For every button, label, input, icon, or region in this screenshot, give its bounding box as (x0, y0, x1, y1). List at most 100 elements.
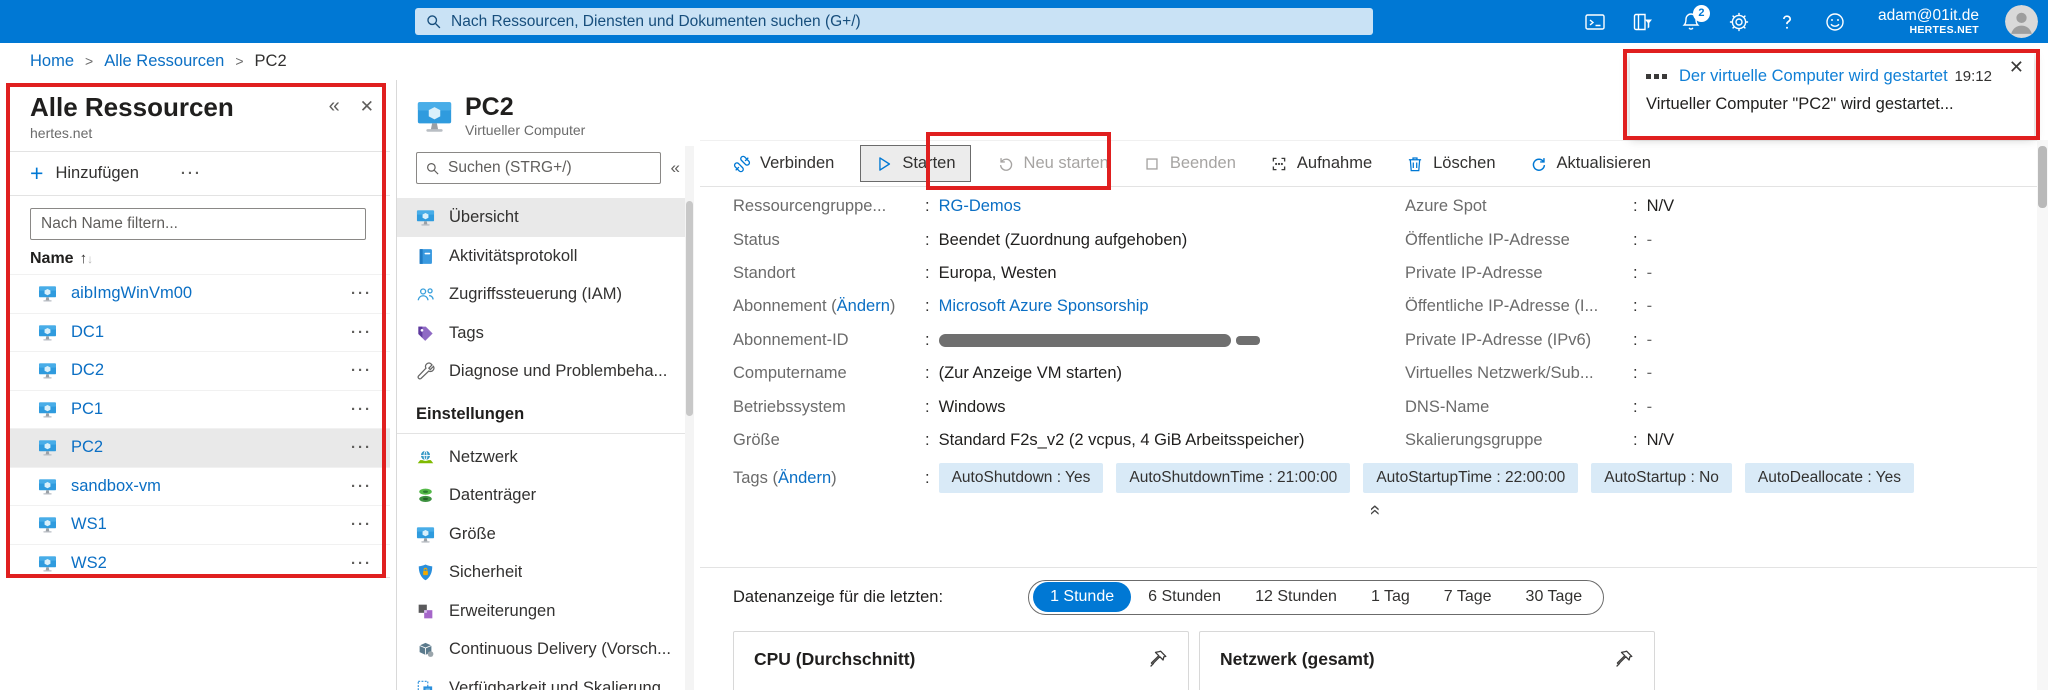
sidebar-item-verfugbarkeit-und-skalierung[interactable]: Verfügbarkeit und Skalierung (397, 669, 694, 690)
collapse-panel-icon[interactable] (329, 96, 340, 116)
range-1-tag[interactable]: 1 Tag (1354, 582, 1427, 612)
resource-link[interactable]: WS2 (71, 554, 351, 573)
sidebar-item-grosse[interactable]: Größe (397, 515, 694, 554)
cloud-shell-icon[interactable] (1584, 11, 1606, 33)
resource-link[interactable]: PC1 (71, 400, 351, 419)
change-link[interactable]: Ändern (778, 469, 831, 487)
more-options-icon[interactable] (351, 478, 372, 495)
resource-row-aibimgwinvm00[interactable]: aibImgWinVm00 (8, 274, 390, 313)
more-options-icon[interactable] (351, 555, 372, 572)
resource-row-sandbox-vm[interactable]: sandbox-vm (8, 466, 390, 506)
blade-scrollbar[interactable] (685, 146, 694, 690)
resource-row-pc2[interactable]: PC2 (8, 428, 390, 467)
close-panel-icon[interactable] (360, 96, 374, 116)
resource-link[interactable]: PC2 (71, 438, 351, 457)
more-options-icon[interactable] (351, 362, 372, 379)
more-options-icon[interactable] (351, 285, 372, 302)
detail-row: Computername: (Zur Anzeige VM starten) (733, 357, 1405, 390)
detail-value[interactable]: RG-Demos (939, 197, 1022, 216)
content-scrollbar[interactable] (2037, 140, 2048, 690)
toast-title-link[interactable]: Der virtuelle Computer wird gestartet (1679, 67, 1954, 86)
restart-icon (997, 155, 1015, 173)
detail-row: Öffentliche IP-Adresse: - (1405, 223, 2048, 256)
detail-value[interactable]: Microsoft Azure Sponsorship (939, 297, 1149, 316)
name-column-header[interactable]: Name (30, 250, 74, 268)
notifications-bell-icon[interactable]: 2 (1680, 4, 1710, 33)
breadcrumb-home[interactable]: Home (30, 52, 74, 71)
global-search[interactable] (415, 8, 1373, 35)
resource-row-dc1[interactable]: DC1 (8, 312, 390, 352)
directory-filter-icon[interactable] (1632, 11, 1654, 33)
sidebar-item-sicherheit[interactable]: Sicherheit (397, 553, 694, 592)
beenden-button[interactable]: Beenden (1143, 154, 1236, 173)
sidebar-item-netzwerk[interactable]: Netzwerk (397, 438, 694, 477)
blade-search-input[interactable] (448, 159, 652, 178)
add-resource-button[interactable]: Hinzufügen (55, 164, 138, 183)
resource-link[interactable]: WS1 (71, 515, 351, 534)
pin-icon[interactable] (1148, 649, 1168, 669)
more-options-icon[interactable] (351, 516, 372, 533)
aufnahme-button[interactable]: Aufnahme (1270, 154, 1372, 173)
more-options-icon[interactable] (351, 439, 372, 456)
verbinden-button[interactable]: Verbinden (733, 154, 834, 173)
detail-label: Betriebssystem (733, 397, 846, 416)
resource-row-dc2[interactable]: DC2 (8, 351, 390, 390)
resource-link[interactable]: DC1 (71, 323, 351, 342)
toast-close-icon[interactable] (2009, 57, 2024, 78)
tag-pill[interactable]: AutoDeallocate : Yes (1744, 463, 1914, 494)
collapse-menu-icon[interactable] (671, 158, 680, 178)
range-12-stunden[interactable]: 12 Stunden (1238, 582, 1354, 612)
tag-pill[interactable]: AutoShutdownTime : 21:00:00 (1116, 463, 1351, 494)
sidebar-item-erweiterungen[interactable]: Erweiterungen (397, 592, 694, 631)
sidebar-item-continuous-delivery-vorsch[interactable]: Continuous Delivery (Vorsch... (397, 630, 694, 669)
scrollbar-thumb[interactable] (686, 201, 693, 416)
sidebar-item-zugriffssteuerung-iam[interactable]: Zugriffssteuerung (IAM) (397, 275, 694, 314)
sidebar-item-diagnose-und-problembeha[interactable]: Diagnose und Problembeha... (397, 352, 694, 391)
resource-link[interactable]: DC2 (71, 361, 351, 380)
toolbar-button-label: Beenden (1169, 154, 1236, 172)
loschen-button[interactable]: Löschen (1406, 154, 1496, 173)
more-options-icon[interactable] (181, 165, 202, 182)
range-1-stunde[interactable]: 1 Stunde (1033, 582, 1132, 613)
tag-pill[interactable]: AutoShutdown : Yes (938, 463, 1104, 494)
tag-pill[interactable]: AutoStartupTime : 22:00:00 (1363, 463, 1579, 494)
range-7-tage[interactable]: 7 Tage (1427, 582, 1509, 612)
settings-gear-icon[interactable] (1728, 11, 1750, 33)
chart-card-cpu-durchschnitt: CPU (Durchschnitt) (733, 631, 1189, 690)
tag-pill[interactable]: AutoStartup : No (1591, 463, 1732, 494)
help-icon[interactable] (1776, 11, 1798, 33)
neu-starten-button[interactable]: Neu starten (997, 154, 1109, 173)
resource-link[interactable]: aibImgWinVm00 (71, 284, 351, 303)
sidebar-item-aktivitatsprotokoll[interactable]: Aktivitätsprotokoll (397, 237, 694, 276)
change-link[interactable]: Ändern (837, 297, 890, 315)
resource-row-pc1[interactable]: PC1 (8, 389, 390, 429)
filter-by-name-input[interactable] (30, 208, 366, 240)
breadcrumb-all-resources[interactable]: Alle Ressourcen (104, 52, 224, 71)
sidebar-item-datentrager[interactable]: Datenträger (397, 476, 694, 515)
resource-link[interactable]: sandbox-vm (71, 477, 351, 496)
collapse-essentials-icon[interactable] (1369, 499, 1380, 521)
global-search-input[interactable] (451, 12, 1363, 31)
detail-value: Beendet (Zuordnung aufgehoben) (938, 230, 1188, 249)
toolbar-button-label: Aufnahme (1296, 154, 1373, 172)
scrollbar-thumb[interactable] (2038, 146, 2047, 208)
more-options-icon[interactable] (351, 401, 372, 418)
sidebar-item-tags[interactable]: Tags (397, 314, 694, 353)
tags-row: Tags (Ändern): AutoShutdown : Yes AutoShut… (700, 457, 2048, 499)
resource-row-ws2[interactable]: WS2 (8, 543, 390, 578)
sort-icon[interactable] (80, 250, 94, 268)
starten-button[interactable]: Starten (860, 145, 971, 182)
range-30-tage[interactable]: 30 Tage (1509, 582, 1600, 612)
range-6-stunden[interactable]: 6 Stunden (1131, 582, 1238, 612)
more-options-icon[interactable] (351, 324, 372, 341)
chart-cards: CPU (Durchschnitt) Netzwerk (gesamt) (700, 631, 2048, 690)
blade-search[interactable] (416, 152, 661, 185)
sidebar-item-ubersicht[interactable]: Übersicht (397, 198, 694, 237)
feedback-smiley-icon[interactable] (1824, 11, 1846, 33)
aktualisieren-button[interactable]: Aktualisieren (1530, 154, 1651, 173)
account-info[interactable]: adam@01it.de HERTES.NET (1878, 7, 1979, 37)
command-toolbar: Verbinden Starten Neu starten Beenden Aufnah… (700, 140, 2048, 186)
resource-row-ws1[interactable]: WS1 (8, 505, 390, 544)
avatar[interactable] (2005, 5, 2038, 38)
pin-icon[interactable] (1614, 649, 1634, 669)
